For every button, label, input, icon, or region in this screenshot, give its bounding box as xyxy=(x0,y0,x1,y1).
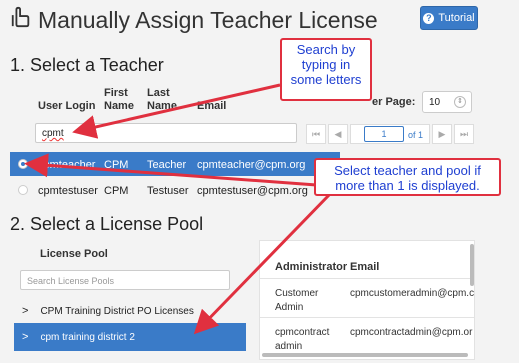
callout-search: Search by typing in some letters xyxy=(280,38,372,101)
callout-select-line2: more than 1 is displayed. xyxy=(335,178,480,193)
callout-search-line2: typing in xyxy=(301,57,351,72)
callout-search-line3: some letters xyxy=(290,72,362,87)
arrow-to-teacher xyxy=(24,153,331,188)
callout-search-line1: Search by xyxy=(296,42,356,57)
arrow-to-pool xyxy=(193,192,332,335)
callout-select: Select teacher and pool if more than 1 i… xyxy=(314,158,501,196)
arrow-to-search xyxy=(72,83,281,139)
callout-select-line1: Select teacher and pool if xyxy=(334,163,481,178)
